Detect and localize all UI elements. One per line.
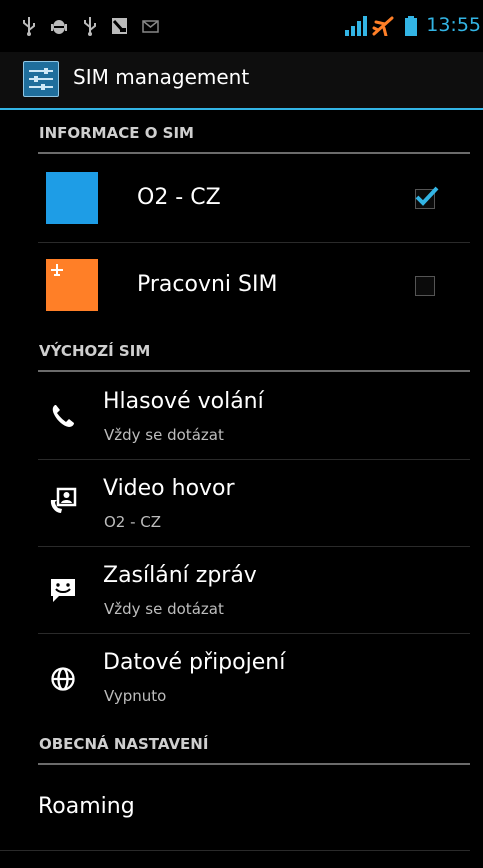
sim-color-swatch — [46, 259, 98, 311]
default-item-data-connection[interactable]: Datové připojení Vypnuto — [38, 634, 470, 720]
sim-label: O2 - CZ — [137, 185, 221, 210]
video-call-icon — [50, 487, 77, 513]
sim-checkbox[interactable] — [415, 186, 439, 209]
sim-label: Pracovni SIM — [137, 272, 278, 297]
general-item-roaming[interactable]: Roaming — [0, 766, 470, 851]
status-bar: 13:55 — [0, 0, 483, 50]
item-title: Roaming — [38, 794, 135, 819]
item-subtitle: Vypnuto — [104, 687, 167, 705]
item-subtitle: Vždy se dotázat — [104, 426, 224, 444]
section-header-default-sim: VÝCHOZÍ SIM — [38, 332, 470, 372]
default-item-video-call[interactable]: Video hovor O2 - CZ — [38, 460, 470, 547]
sim-item-o2[interactable]: O2 - CZ — [38, 156, 470, 243]
airplane-mode-icon — [372, 16, 394, 36]
default-item-messaging[interactable]: Zasílání zpráv Vždy se dotázat — [38, 547, 470, 634]
section-header-sim-info: INFORMACE O SIM — [38, 114, 470, 154]
phone-icon — [52, 405, 74, 427]
airplane-icon — [51, 264, 63, 276]
mail-icon — [142, 20, 159, 33]
action-bar: SIM management — [0, 52, 483, 110]
android-debug-icon — [51, 20, 67, 34]
signal-icon — [345, 16, 367, 36]
message-icon — [51, 579, 75, 602]
screen: 13:55 SIM management INFORMACE O SIM O2 … — [0, 0, 483, 868]
sim-checkbox[interactable] — [415, 276, 435, 296]
sim-item-pracovni[interactable]: Pracovni SIM — [38, 243, 470, 329]
item-subtitle: O2 - CZ — [104, 513, 162, 531]
section-title: VÝCHOZÍ SIM — [39, 342, 151, 360]
checkmark-icon — [415, 186, 439, 206]
clock: 13:55 — [426, 14, 481, 36]
screenshot-icon — [112, 18, 127, 34]
usb-icon — [23, 17, 35, 36]
item-title: Datové připojení — [103, 650, 286, 675]
default-item-voice-call[interactable]: Hlasové volání Vždy se dotázat — [38, 373, 470, 460]
battery-icon — [405, 16, 417, 36]
sim-color-swatch — [46, 172, 98, 224]
item-title: Video hovor — [103, 476, 235, 501]
sim-settings-icon[interactable] — [23, 61, 59, 97]
section-title: OBECNÁ NASTAVENÍ — [39, 735, 209, 753]
page-title: SIM management — [73, 65, 250, 89]
item-title: Zasílání zpráv — [103, 563, 257, 588]
section-title: INFORMACE O SIM — [39, 124, 194, 142]
usb-icon — [84, 17, 96, 36]
item-title: Hlasové volání — [103, 389, 264, 414]
section-header-general: OBECNÁ NASTAVENÍ — [38, 725, 470, 765]
globe-icon — [51, 667, 75, 691]
item-subtitle: Vždy se dotázat — [104, 600, 224, 618]
